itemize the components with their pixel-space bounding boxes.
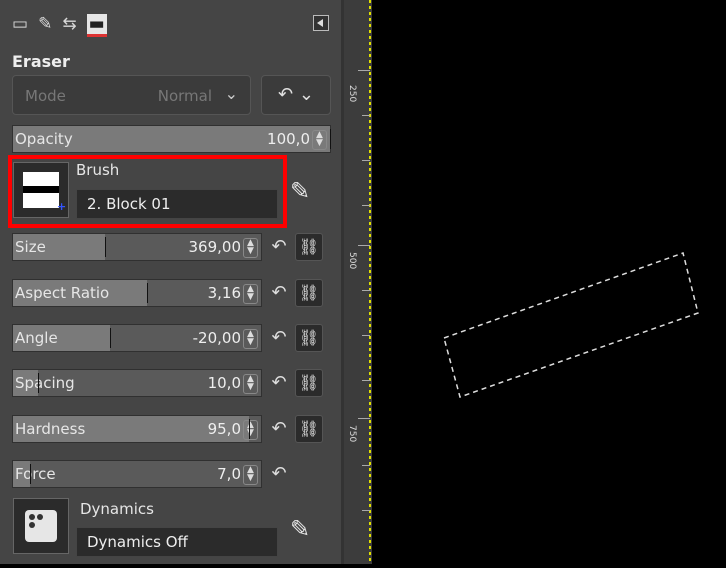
tool-title: Eraser — [12, 52, 70, 71]
dock-tabs: ▭ ✎ ⇆ ▬ — [12, 14, 107, 37]
spin-arrows-icon[interactable]: ▲ ▼ — [243, 284, 258, 304]
opacity-label: Opacity — [15, 130, 73, 148]
ruler-label-250-text: 250 — [347, 85, 357, 103]
opacity-slider[interactable]: Opacity 100,0 ▲ ▼ — [12, 125, 331, 153]
aspect-ratio-reset-icon[interactable]: ↶ — [268, 282, 290, 304]
hardness-value: 95,0 — [207, 420, 241, 438]
brush-name-field[interactable]: 2. Block 01 — [76, 189, 278, 219]
ruler-label-750-text: 750 — [347, 425, 357, 443]
force-label: Force — [15, 465, 56, 483]
spacing-reset-icon[interactable]: ↶ — [268, 372, 290, 394]
ruler-label-750: 750 — [347, 425, 357, 445]
mode-reset-dropdown[interactable]: ↶ ⌄ — [261, 75, 331, 115]
angle-reset-icon[interactable]: ↶ — [268, 327, 290, 349]
tool-options-tab-icon[interactable]: ✎ — [38, 14, 52, 37]
angle-label: Angle — [15, 329, 58, 347]
slider-position-marker — [248, 419, 250, 439]
dynamics-preview[interactable] — [13, 498, 69, 554]
ruler-tick — [362, 115, 370, 116]
aspect-ratio-label: Aspect Ratio — [15, 284, 110, 302]
spacing-label: Spacing — [15, 374, 75, 392]
ruler-tick — [362, 290, 370, 291]
ruler-tick — [362, 160, 370, 161]
angle-slider[interactable]: Angle -20,00 ▲ ▼ — [12, 324, 262, 352]
ruler-tick — [358, 70, 370, 71]
ruler-tick — [362, 465, 370, 466]
brush-preview[interactable]: + — [13, 162, 69, 218]
brush-shape-icon — [23, 186, 59, 193]
size-slider[interactable]: Size 369,00 ▲ ▼ — [12, 233, 262, 261]
spin-arrows-icon[interactable]: ▲ ▼ — [243, 465, 258, 485]
tool-options-panel: ▭ ✎ ⇆ ▬ Eraser Mode Normal ⌄ ↶ ⌄ Opacity… — [0, 0, 341, 564]
ruler-tick — [362, 380, 370, 381]
image-canvas[interactable] — [372, 0, 726, 564]
ruler-label-250: 250 — [347, 85, 357, 105]
spin-arrows-icon[interactable]: ▲ ▼ — [243, 329, 258, 349]
spin-arrows-icon[interactable]: ▲ ▼ — [243, 238, 258, 258]
aspect-ratio-value: 3,16 — [207, 284, 241, 302]
force-slider[interactable]: Force 7,0 ▲ ▼ — [12, 460, 262, 488]
slider-position-marker — [109, 328, 111, 348]
ruler-tick — [362, 510, 370, 511]
aspect-ratio-slider[interactable]: Aspect Ratio 3,16 ▲ ▼ — [12, 279, 262, 307]
hardness-slider[interactable]: Hardness 95,0 ▲ ▼ — [12, 415, 262, 443]
slider-position-marker — [330, 129, 331, 149]
spacing-value: 10,0 — [207, 374, 241, 392]
undo-history-tab-icon[interactable]: ⇆ — [62, 14, 76, 37]
force-reset-icon[interactable]: ↶ — [268, 463, 290, 485]
size-value: 369,00 — [188, 238, 242, 256]
spacing-slider[interactable]: Spacing 10,0 ▲ ▼ — [12, 369, 262, 397]
size-reset-icon[interactable]: ↶ — [268, 236, 290, 258]
canvas-svg — [443, 252, 699, 398]
ruler-tick — [358, 418, 370, 419]
brush-edit-icon[interactable]: ✎ — [290, 177, 310, 205]
device-status-tab-icon[interactable]: ▭ — [12, 14, 28, 37]
size-label: Size — [15, 238, 46, 256]
mode-label: Mode — [25, 87, 66, 105]
slider-position-marker — [104, 237, 106, 257]
ruler-tick — [362, 335, 370, 336]
force-value: 7,0 — [217, 465, 241, 483]
ruler-label-500-text: 500 — [347, 252, 357, 270]
dynamics-edit-icon[interactable]: ✎ — [290, 515, 310, 543]
dynamics-icon — [25, 510, 57, 542]
selection-rectangle[interactable] — [443, 252, 699, 398]
ruler-label-500: 500 — [347, 252, 357, 272]
spacing-chain-link-icon[interactable]: ⛓ — [295, 369, 323, 397]
size-chain-link-icon[interactable]: ⛓ — [295, 233, 323, 261]
slider-position-marker — [30, 464, 32, 484]
chevron-down-icon: ⌄ — [224, 84, 238, 103]
slider-position-marker — [37, 373, 39, 393]
dynamics-name-field[interactable]: Dynamics Off — [76, 527, 278, 557]
brush-label: Brush — [76, 161, 120, 179]
spin-arrows-icon[interactable]: ▲ ▼ — [243, 420, 258, 440]
panel-menu-icon[interactable] — [313, 15, 329, 31]
hardness-label: Hardness — [15, 420, 86, 438]
aspect-ratio-chain-link-icon[interactable]: ⛓ — [295, 279, 323, 307]
opacity-value: 100,0 — [267, 130, 310, 148]
ruler-tick — [358, 245, 370, 246]
slider-position-marker — [146, 283, 148, 303]
spin-arrows-icon[interactable]: ▲ ▼ — [243, 374, 258, 394]
brush-plus-icon: + — [57, 200, 67, 213]
ruler-tick — [362, 205, 370, 206]
chevron-down-icon: ⌄ — [298, 84, 314, 105]
mode-select[interactable]: Mode Normal ⌄ — [12, 75, 251, 115]
angle-value: -20,00 — [192, 329, 241, 347]
guide-line — [369, 0, 371, 564]
hardness-chain-link-icon[interactable]: ⛓ — [295, 415, 323, 443]
mode-value: Normal — [157, 87, 212, 105]
images-tab-icon[interactable]: ▬ — [86, 14, 107, 37]
vertical-ruler: 250 500 750 — [344, 0, 372, 564]
hardness-reset-icon[interactable]: ↶ — [268, 418, 290, 440]
angle-chain-link-icon[interactable]: ⛓ — [295, 324, 323, 352]
dynamics-label: Dynamics — [80, 500, 154, 518]
reset-icon: ↶ — [278, 84, 294, 105]
spin-arrows-icon[interactable]: ▲ ▼ — [312, 130, 327, 150]
